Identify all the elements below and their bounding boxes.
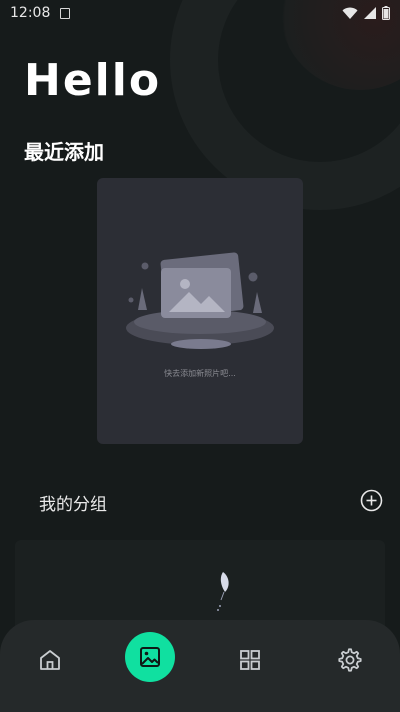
gallery-icon	[140, 647, 160, 667]
recent-section-title: 最近添加	[24, 140, 104, 164]
leaf-illustration	[217, 572, 229, 611]
empty-photos-illustration	[126, 252, 274, 349]
groups-section-title: 我的分组	[39, 495, 107, 515]
gear-icon	[338, 648, 362, 672]
tab-home[interactable]	[26, 636, 74, 684]
tab-grid[interactable]	[226, 636, 274, 684]
battery-icon	[382, 6, 390, 20]
tab-settings[interactable]	[326, 636, 374, 684]
greeting-title: Hello	[24, 55, 162, 106]
status-time: 12:08	[10, 5, 51, 21]
notification-icon	[60, 7, 71, 19]
grid-icon	[240, 650, 260, 670]
recent-photos-card[interactable]: 快去添加新照片吧...	[97, 178, 303, 444]
screen: 12:08 Hello 最近添加 快去添加新照片吧... 我的分组	[0, 0, 400, 712]
home-icon	[40, 650, 60, 670]
bottom-tab-bar	[0, 620, 400, 712]
tab-gallery[interactable]	[125, 632, 175, 682]
signal-icon	[364, 7, 376, 19]
status-bar: 12:08	[0, 0, 400, 26]
status-icons	[342, 6, 390, 20]
add-group-button[interactable]	[360, 489, 383, 512]
wifi-icon	[342, 7, 358, 19]
empty-recent-text: 快去添加新照片吧...	[164, 369, 236, 378]
